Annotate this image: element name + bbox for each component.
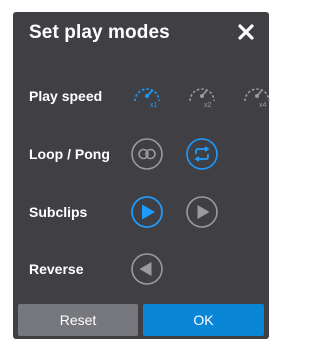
subclips-on-button[interactable] [130, 195, 164, 229]
speed-gauge-icon: x4 [244, 88, 270, 109]
loop-pong-label: Loop / Pong [29, 146, 110, 162]
speed-x1-sublabel: x1 [150, 102, 158, 109]
speed-gauge-icon: x1 [134, 88, 160, 109]
speed-x2-button[interactable]: x2 [185, 79, 219, 113]
loop-icon [186, 138, 218, 170]
ok-button[interactable]: OK [143, 304, 264, 336]
play-speed-label: Play speed [29, 88, 103, 104]
close-icon[interactable] [234, 20, 258, 44]
pong-icon [131, 138, 163, 170]
subclips-label: Subclips [29, 204, 88, 220]
play-reverse-icon [131, 253, 163, 285]
speed-gauge-icon: x2 [189, 88, 215, 109]
play-forward-icon [131, 196, 163, 228]
pong-button[interactable] [130, 137, 164, 171]
reverse-button[interactable] [130, 252, 164, 286]
reset-button[interactable]: Reset [18, 304, 138, 336]
loop-button[interactable] [185, 137, 219, 171]
play-modes-dialog: Set play modes Play speed x1 x2 x4 Loop … [13, 12, 270, 339]
reverse-label: Reverse [29, 261, 84, 277]
dialog-title: Set play modes [29, 22, 170, 43]
speed-x4-button[interactable]: x4 [240, 79, 274, 113]
play-forward-icon [186, 196, 218, 228]
subclips-off-button[interactable] [185, 195, 219, 229]
speed-x2-sublabel: x2 [204, 102, 212, 109]
speed-x1-button[interactable]: x1 [130, 79, 164, 113]
speed-x4-sublabel: x4 [259, 102, 267, 109]
